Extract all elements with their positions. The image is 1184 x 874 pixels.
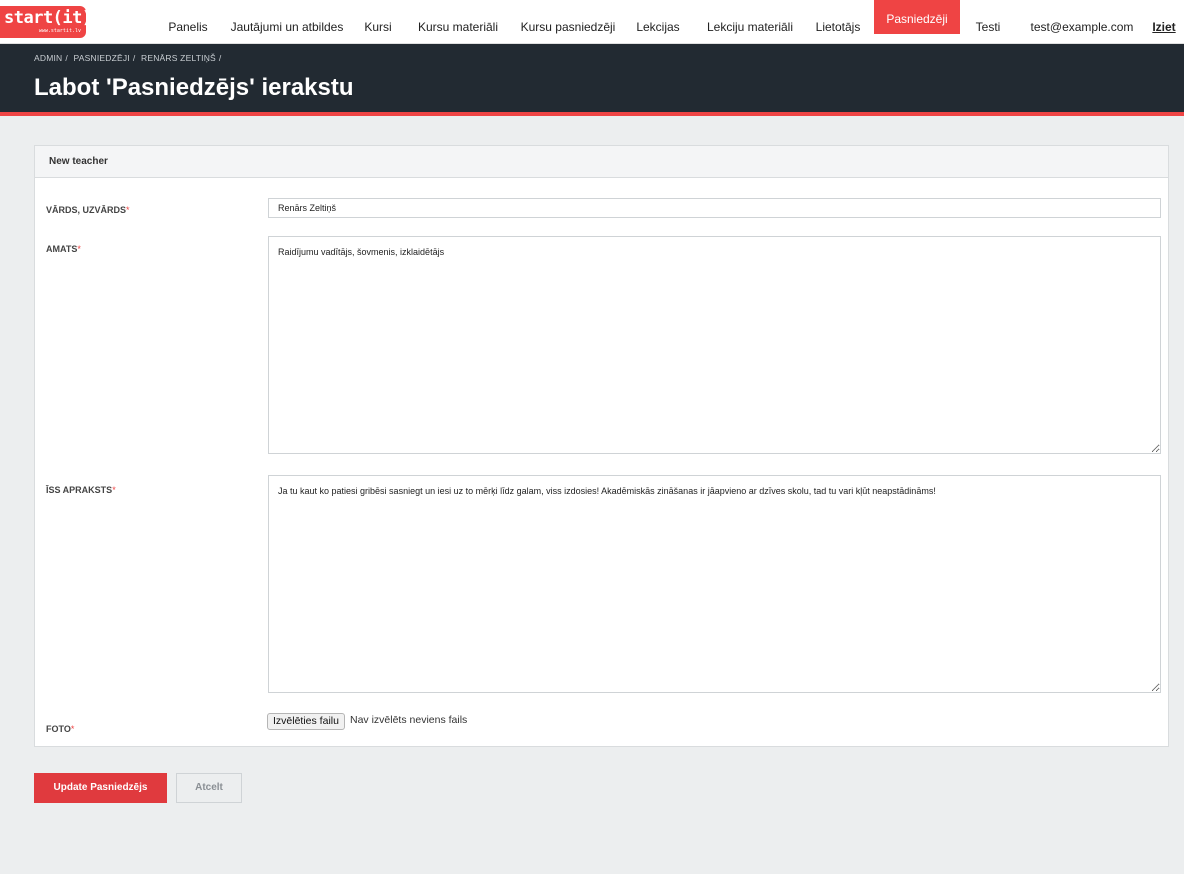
nav-item-jautajumi[interactable]: Jautājumi un atbildes: [228, 10, 346, 40]
description-textarea[interactable]: Ja tu kaut ko patiesi gribēsi sasniegt u…: [268, 475, 1161, 693]
nav-item-lekciju-materiali[interactable]: Lekciju materiāli: [696, 10, 804, 40]
nav-item-testi[interactable]: Testi: [968, 10, 1008, 40]
panel-header: New teacher: [35, 146, 1168, 178]
start-it-logo[interactable]: start(it) www.startit.lv: [0, 6, 86, 38]
description-label: ĪSS APRAKSTS*: [46, 485, 116, 495]
required-marker: *: [77, 244, 81, 254]
breadcrumb-current[interactable]: RENĀRS ZELTIŅŠ: [141, 53, 216, 63]
breadcrumb-separator: /: [132, 53, 136, 63]
nav-item-pasniedzeji[interactable]: Pasniedzēji: [874, 0, 960, 34]
logout-link[interactable]: Iziet: [1148, 10, 1180, 40]
position-label-text: AMATS: [46, 244, 78, 254]
logo-subtext: www.startit.lv: [38, 28, 81, 34]
photo-label: FOTO*: [46, 724, 74, 734]
teacher-form-panel: New teacher VĀRDS, UZVĀRDS* AMATS* Raidī…: [34, 145, 1169, 747]
nav-item-kursu-pasniedzeji[interactable]: Kursu pasniedzēji: [516, 10, 620, 40]
breadcrumb-admin[interactable]: ADMIN: [34, 53, 62, 63]
update-button[interactable]: Update Pasniedzējs: [34, 773, 167, 803]
position-label: AMATS*: [46, 244, 81, 254]
file-status-text: Nav izvēlēts neviens fails: [350, 714, 468, 726]
description-label-text: ĪSS APRAKSTS: [46, 485, 113, 495]
top-navigation: start(it) www.startit.lv Panelis Jautāju…: [0, 0, 1184, 44]
cancel-button[interactable]: Atcelt: [176, 773, 242, 803]
user-email-link[interactable]: test@example.com: [1024, 10, 1140, 40]
nav-item-panelis[interactable]: Panelis: [158, 10, 218, 40]
panel-title: New teacher: [49, 156, 108, 167]
name-label-text: VĀRDS, UZVĀRDS: [46, 205, 127, 215]
name-label: VĀRDS, UZVĀRDS*: [46, 205, 130, 215]
nav-item-lekcijas[interactable]: Lekcijas: [630, 10, 686, 40]
breadcrumb-separator: /: [65, 53, 68, 63]
logo-text: start(it): [4, 8, 86, 28]
breadcrumb-pasniedzeji[interactable]: PASNIEDZĒJI: [74, 53, 130, 63]
breadcrumb: ADMIN / PASNIEDZĒJI / RENĀRS ZELTIŅŠ /: [34, 53, 224, 63]
required-marker: *: [70, 724, 75, 734]
nav-item-kursi[interactable]: Kursi: [356, 10, 400, 40]
photo-label-text: FOTO: [46, 724, 71, 734]
page-title: Labot 'Pasniedzējs' ierakstu: [34, 74, 354, 101]
position-textarea[interactable]: Raidījumu vadītājs, šovmenis, izklaidētā…: [268, 236, 1161, 454]
breadcrumb-separator: /: [218, 53, 222, 63]
choose-file-button[interactable]: Izvēlēties failu: [267, 713, 345, 730]
nav-item-kursu-materiali[interactable]: Kursu materiāli: [410, 10, 506, 40]
required-marker: *: [126, 205, 130, 215]
required-marker: *: [112, 485, 116, 495]
page-header: ADMIN / PASNIEDZĒJI / RENĀRS ZELTIŅŠ / Labo…: [0, 44, 1184, 116]
name-input[interactable]: [268, 198, 1161, 218]
nav-item-lietotajs[interactable]: Lietotājs: [812, 10, 864, 40]
